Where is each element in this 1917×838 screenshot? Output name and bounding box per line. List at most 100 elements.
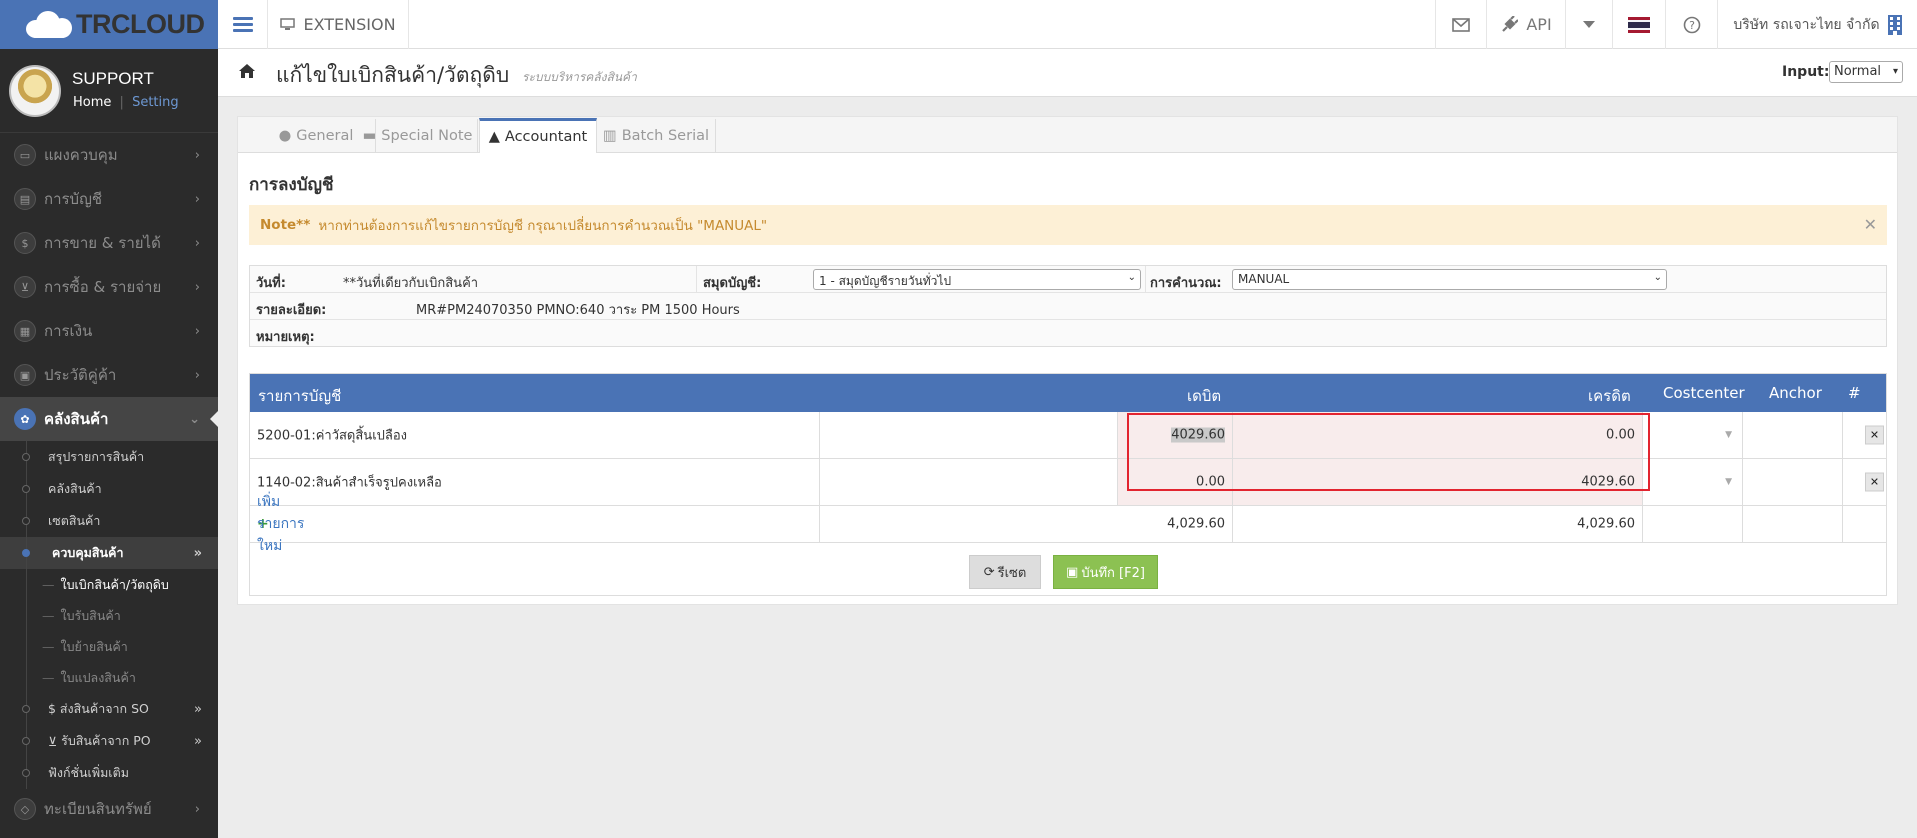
detail-label: รายละเอียด: [256,303,327,318]
plug-icon [1502,15,1519,32]
chevron-down-icon: ⌄ [189,411,200,427]
sidebar-item-contacts[interactable]: ▣ ประวัติคู่ค้า › [0,353,218,397]
book-icon: ▤ [14,188,36,210]
chevron-down-icon: ⌄ [1653,272,1662,283]
svg-text:?: ? [1689,19,1695,32]
close-icon[interactable]: ✕ [1864,215,1877,234]
costcenter-select[interactable]: ▼ [1643,459,1743,505]
company-button[interactable]: บริษัท รถเจาะไทย จำกัด [1717,0,1917,49]
dropdown-button[interactable] [1565,0,1612,49]
building-icon [1887,14,1902,35]
sidebar-item-dashboard[interactable]: ▭ แผงควบคุม › [0,133,218,177]
sidebar-leaf-label: ใบเบิกสินค้า/วัตถุดิบ [60,576,169,592]
link-separator: | [119,95,124,110]
tab-batch-serial[interactable]: ▥ Batch Serial [597,119,716,153]
calc-select[interactable]: MANUAL ⌄ [1232,269,1667,290]
sidebar-item-label: แผงควบคุม [44,146,118,164]
sidebar-item-sales[interactable]: $ การขาย & รายได้ › [0,221,218,265]
sidebar-item-inventory[interactable]: ✿ คลังสินค้า ⌄ [0,397,218,441]
sidebar-subitem[interactable]: คลังสินค้า [0,473,218,505]
sidebar-subitem-control[interactable]: ควบคุมสินค้า » [0,537,218,569]
menu-toggle-button[interactable] [218,0,268,49]
tab-label: General [296,128,354,144]
home-link[interactable]: Home [73,95,111,110]
date-value: **วันที่เดียวกับเบิกสินค้า [343,276,479,291]
note-alert: Note** หากท่านต้องการแก้ไขรายการบัญชี กร… [249,205,1887,245]
chevron-down-icon: ⌄ [1127,272,1136,283]
app-logo[interactable]: TRCLOUD [0,0,218,49]
api-button[interactable]: API [1486,0,1565,49]
double-chevron-right-icon: » [194,733,202,749]
sidebar-leaf-receive[interactable]: — ใบรับสินค้า [0,600,218,631]
extension-button[interactable]: EXTENSION [268,0,409,49]
chevron-right-icon: › [194,323,200,339]
sidebar-item-assets[interactable]: ◇ ทะเบียนสินทรัพย์ › [0,789,218,829]
dollar-icon: $ [14,232,36,254]
caret-down-icon: ▼ [1725,430,1732,440]
floppy-icon: ▣ [1066,564,1079,580]
sidebar-subitem-label: ฟังก์ชั่นเพิ่มเติม [48,765,129,780]
sidebar-subitem[interactable]: สรุปรายการสินค้า [0,441,218,473]
sidebar-subitem-so[interactable]: $ ส่งสินค้าจาก SO » [0,693,218,725]
remark-label: หมายเหตุ: [256,330,315,345]
home-icon[interactable] [238,63,256,79]
sidebar-item-label: การเงิน [44,322,93,340]
language-button[interactable] [1612,0,1665,49]
double-chevron-down-icon: » [193,545,202,561]
sidebar-leaf-convert[interactable]: — ใบแปลงสินค้า [0,662,218,693]
delete-row-button[interactable]: ✕ [1865,425,1884,445]
caret-down-icon: ▼ [1725,477,1732,487]
journal-label: สมุดบัญชี: [703,276,762,291]
tab-label: Batch Serial [621,128,710,144]
sidebar-subitem-label: เซตสินค้า [48,513,101,528]
setting-link[interactable]: Setting [132,95,179,110]
sidebar-leaf-requisition[interactable]: — ใบเบิกสินค้า/วัตถุดิบ [0,569,218,600]
logo-text: TRCLOUD [76,9,205,39]
sidebar-subitem-label: สรุปรายการสินค้า [48,449,145,464]
header-hash: # [1848,384,1861,402]
cloud-icon [22,10,74,38]
sidebar-item-finance[interactable]: ▦ การเงิน › [0,309,218,353]
double-chevron-right-icon: » [194,701,202,717]
barcode-icon: ▥ [602,128,617,144]
highlight-box [1127,413,1650,491]
sidebar-subitem-extra[interactable]: ฟังก์ชั่นเพิ่มเติม [0,757,218,789]
chevron-right-icon: › [194,279,200,295]
costcenter-select[interactable]: ▼ [1643,412,1743,458]
sidebar-item-label: การขาย & รายได้ [44,234,161,252]
delete-row-button[interactable]: ✕ [1865,472,1884,492]
tab-accountant[interactable]: ▲ Accountant [479,118,597,153]
sidebar-subitem[interactable]: เซตสินค้า [0,505,218,537]
chevron-right-icon: › [194,235,200,251]
tab-label: Special Note [381,128,473,144]
blank-cell [820,459,1118,505]
monitor-icon [280,18,296,30]
sidebar-item-accounting[interactable]: ▤ การบัญชี › [0,177,218,221]
journal-select[interactable]: 1 - สมุดบัญชีรายวันทั่วไป ⌄ [813,269,1141,290]
calc-value: MANUAL [1238,272,1290,286]
header-debit: เดบิต [1187,387,1222,405]
api-label: API [1526,15,1552,34]
bullet-icon [22,485,30,493]
sidebar-leaf-transfer[interactable]: — ใบย้ายสินค้า [0,631,218,662]
envelope-icon [1452,17,1470,32]
save-button[interactable]: ▣ บันทึก [F2] [1053,555,1158,589]
bullet-icon [22,549,30,557]
table-header: รายการบัญชี เดบิต เครดิต Costcenter Anch… [250,374,1886,412]
mail-button[interactable] [1435,0,1486,49]
input-mode-label: Input: [1782,64,1830,80]
avatar[interactable] [9,65,61,117]
detail-value: MR#PM24070350 PMNO:640 วาระ PM 1500 Hour… [416,303,740,318]
help-button[interactable]: ? [1665,0,1717,49]
reset-button[interactable]: ⟳ รีเซต [969,555,1041,589]
account-name: 5200-01:ค่าวัสดุสิ้นเปลือง [257,428,408,444]
bullet-icon [22,769,30,777]
sidebar-subitem-po[interactable]: ⊻ รับสินค้าจาก PO » [0,725,218,757]
chevron-right-icon: › [194,367,200,383]
tab-special-note[interactable]: ▬ Special Note [358,119,478,153]
monitor-icon: ▭ [14,144,36,166]
note-prefix: Note** [260,217,311,233]
sidebar-item-label: ทะเบียนสินทรัพย์ [44,800,152,818]
sidebar-item-purchase[interactable]: ⊻ การซื้อ & รายจ่าย › [0,265,218,309]
input-mode-select[interactable]: Normal ▾ [1829,61,1903,83]
